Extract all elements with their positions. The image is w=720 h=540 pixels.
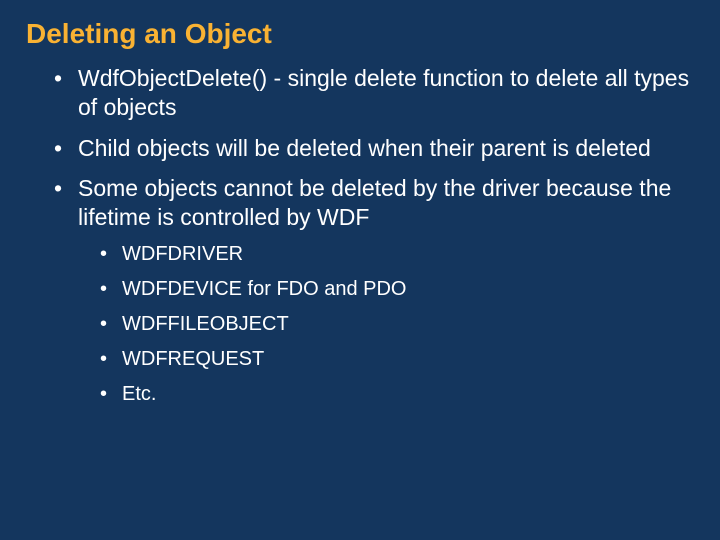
sub-list-item: WDFREQUEST — [100, 347, 694, 372]
list-item: Child objects will be deleted when their… — [54, 134, 694, 163]
slide-title: Deleting an Object — [26, 18, 694, 50]
list-item-text: Child objects will be deleted when their… — [78, 135, 651, 161]
bullet-list: WdfObjectDelete() - single delete functi… — [26, 64, 694, 407]
sub-list-item-text: WDFDRIVER — [122, 243, 243, 265]
list-item-text: WdfObjectDelete() - single delete functi… — [78, 65, 689, 120]
sub-list-item: WDFFILEOBJECT — [100, 312, 694, 337]
list-item: WdfObjectDelete() - single delete functi… — [54, 64, 694, 122]
sub-list-item: WDFDRIVER — [100, 242, 694, 267]
sub-list-item-text: WDFREQUEST — [122, 348, 264, 370]
sub-list-item-text: WDFDEVICE for FDO and PDO — [122, 278, 407, 300]
sub-bullet-list: WDFDRIVER WDFDEVICE for FDO and PDO WDFF… — [78, 242, 694, 407]
list-item-text: Some objects cannot be deleted by the dr… — [78, 175, 671, 230]
list-item: Some objects cannot be deleted by the dr… — [54, 174, 694, 407]
sub-list-item-text: Etc. — [122, 383, 156, 405]
sub-list-item: Etc. — [100, 382, 694, 407]
sub-list-item-text: WDFFILEOBJECT — [122, 313, 289, 335]
sub-list-item: WDFDEVICE for FDO and PDO — [100, 277, 694, 302]
